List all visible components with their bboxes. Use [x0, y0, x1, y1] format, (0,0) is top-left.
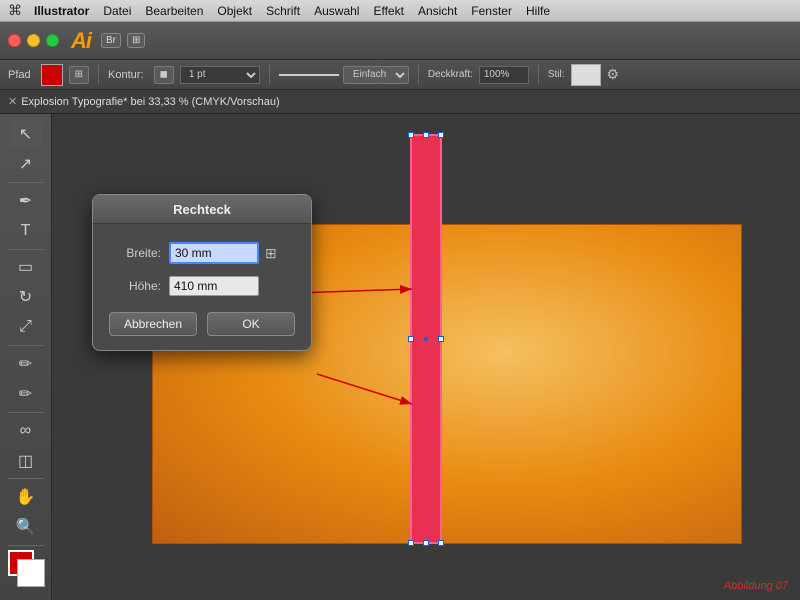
menu-app[interactable]: Illustrator: [34, 4, 89, 18]
tool-blend[interactable]: ∞: [10, 417, 42, 445]
arrange-button[interactable]: ⊞: [127, 33, 145, 48]
separator-1: [98, 65, 99, 85]
separator-4: [538, 65, 539, 85]
toolbar: ↖ ↗ ✒ T ▭ ↻ ⤢ ✏ ✏ ∞ ◫ ✋ 🔍: [0, 114, 52, 600]
tool-pencil[interactable]: ✏: [10, 380, 42, 408]
tool-gradient[interactable]: ◫: [10, 447, 42, 475]
tool-separator-1: [8, 182, 44, 183]
bridge-button[interactable]: Br: [101, 33, 121, 48]
handle-mid-right[interactable]: [438, 336, 444, 342]
handle-bottom-right[interactable]: [438, 540, 444, 546]
menu-objekt[interactable]: Objekt: [217, 4, 252, 18]
stroke-style-select[interactable]: Einfach: [343, 66, 409, 84]
dialog-title: Rechteck: [93, 195, 311, 224]
tool-pen[interactable]: ✒: [10, 187, 42, 215]
stil-swatch[interactable]: [571, 64, 601, 86]
tool-direct-selection[interactable]: ↗: [10, 150, 42, 178]
maximize-button[interactable]: [46, 34, 59, 47]
tool-separator-3: [8, 345, 44, 346]
menu-effekt[interactable]: Effekt: [373, 4, 403, 18]
deckkraft-input[interactable]: [479, 66, 529, 84]
rechteck-dialog: Rechteck Breite: ⊞ Höhe: Abbrechen OK: [92, 194, 312, 351]
tool-zoom[interactable]: 🔍: [10, 513, 42, 541]
handle-top-center[interactable]: [423, 132, 429, 138]
tool-separator-2: [8, 249, 44, 250]
path-label: Pfad: [8, 69, 31, 81]
tab-title: Explosion Typografie* bei 33,33 % (CMYK/…: [21, 96, 279, 108]
hoehe-label: Höhe:: [109, 279, 161, 293]
tool-scale[interactable]: ⤢: [10, 313, 42, 341]
stroke-preview: Einfach: [279, 66, 409, 84]
menu-datei[interactable]: Datei: [103, 4, 131, 18]
ai-logo: Ai: [71, 28, 91, 54]
menu-fenster[interactable]: Fenster: [471, 4, 512, 18]
separator-3: [418, 65, 419, 85]
tab-close-button[interactable]: ✕: [8, 95, 17, 108]
tool-separator-4: [8, 412, 44, 413]
hoehe-input[interactable]: [169, 276, 259, 296]
center-dot: [424, 337, 428, 341]
menu-hilfe[interactable]: Hilfe: [526, 4, 550, 18]
background-color-swatch[interactable]: [18, 560, 44, 586]
kontur-color-button[interactable]: ◼: [154, 66, 174, 84]
breite-label: Breite:: [109, 246, 161, 260]
tool-separator-5: [8, 478, 44, 479]
handle-bottom-left[interactable]: [408, 540, 414, 546]
handle-top-right[interactable]: [438, 132, 444, 138]
tab-bar: ✕ Explosion Typografie* bei 33,33 % (CMY…: [0, 90, 800, 114]
title-bar: Ai Br ⊞: [0, 22, 800, 60]
ok-button[interactable]: OK: [207, 312, 295, 336]
canvas-area[interactable]: Rechteck Breite: ⊞ Höhe: Abbrechen OK: [52, 114, 800, 600]
menu-auswahl[interactable]: Auswahl: [314, 4, 359, 18]
deckkraft-label: Deckkraft:: [428, 69, 473, 80]
tool-selection[interactable]: ↖: [10, 120, 42, 148]
stil-label: Stil:: [548, 69, 565, 80]
stroke-line: [279, 74, 339, 76]
handle-bottom-center[interactable]: [423, 540, 429, 546]
close-button[interactable]: [8, 34, 21, 47]
tool-separator-6: [8, 545, 44, 546]
dialog-buttons: Abbrechen OK: [93, 304, 311, 336]
handle-top-left[interactable]: [408, 132, 414, 138]
hoehe-row: Höhe:: [93, 272, 311, 300]
tool-rectangle[interactable]: ▭: [10, 253, 42, 281]
tool-hand[interactable]: ✋: [10, 483, 42, 511]
kontur-select[interactable]: 1 pt: [180, 66, 260, 84]
options-bar: Pfad ⊞ Kontur: ◼ 1 pt Einfach Deckkraft:…: [0, 60, 800, 90]
apple-menu[interactable]: ⌘: [8, 2, 22, 19]
minimize-button[interactable]: [27, 34, 40, 47]
chain-link-icon[interactable]: ⊞: [265, 245, 277, 262]
menu-schrift[interactable]: Schrift: [266, 4, 300, 18]
separator-2: [269, 65, 270, 85]
breite-row: Breite: ⊞: [93, 238, 311, 268]
tool-rotate[interactable]: ↻: [10, 283, 42, 311]
abbildung-caption: Abbildung 07: [724, 580, 788, 592]
settings-icon[interactable]: ⚙: [607, 66, 620, 83]
fill-color-swatch[interactable]: [41, 64, 63, 86]
window-controls: [8, 34, 59, 47]
menu-ansicht[interactable]: Ansicht: [418, 4, 457, 18]
cancel-button[interactable]: Abbrechen: [109, 312, 197, 336]
breite-input[interactable]: [169, 242, 259, 264]
fg-bg-swatches: [8, 550, 44, 586]
mac-menu-bar: ⌘ Illustrator Datei Bearbeiten Objekt Sc…: [0, 0, 800, 22]
handle-mid-left[interactable]: [408, 336, 414, 342]
red-stripe[interactable]: [410, 134, 442, 544]
tool-paintbrush[interactable]: ✏: [10, 350, 42, 378]
stroke-edit-button[interactable]: ⊞: [69, 66, 89, 84]
kontur-label: Kontur:: [108, 69, 143, 81]
workspace: ↖ ↗ ✒ T ▭ ↻ ⤢ ✏ ✏ ∞ ◫ ✋ 🔍: [0, 114, 800, 600]
toolbar-colors: [8, 550, 44, 594]
tool-type[interactable]: T: [10, 217, 42, 245]
menu-bearbeiten[interactable]: Bearbeiten: [145, 4, 203, 18]
